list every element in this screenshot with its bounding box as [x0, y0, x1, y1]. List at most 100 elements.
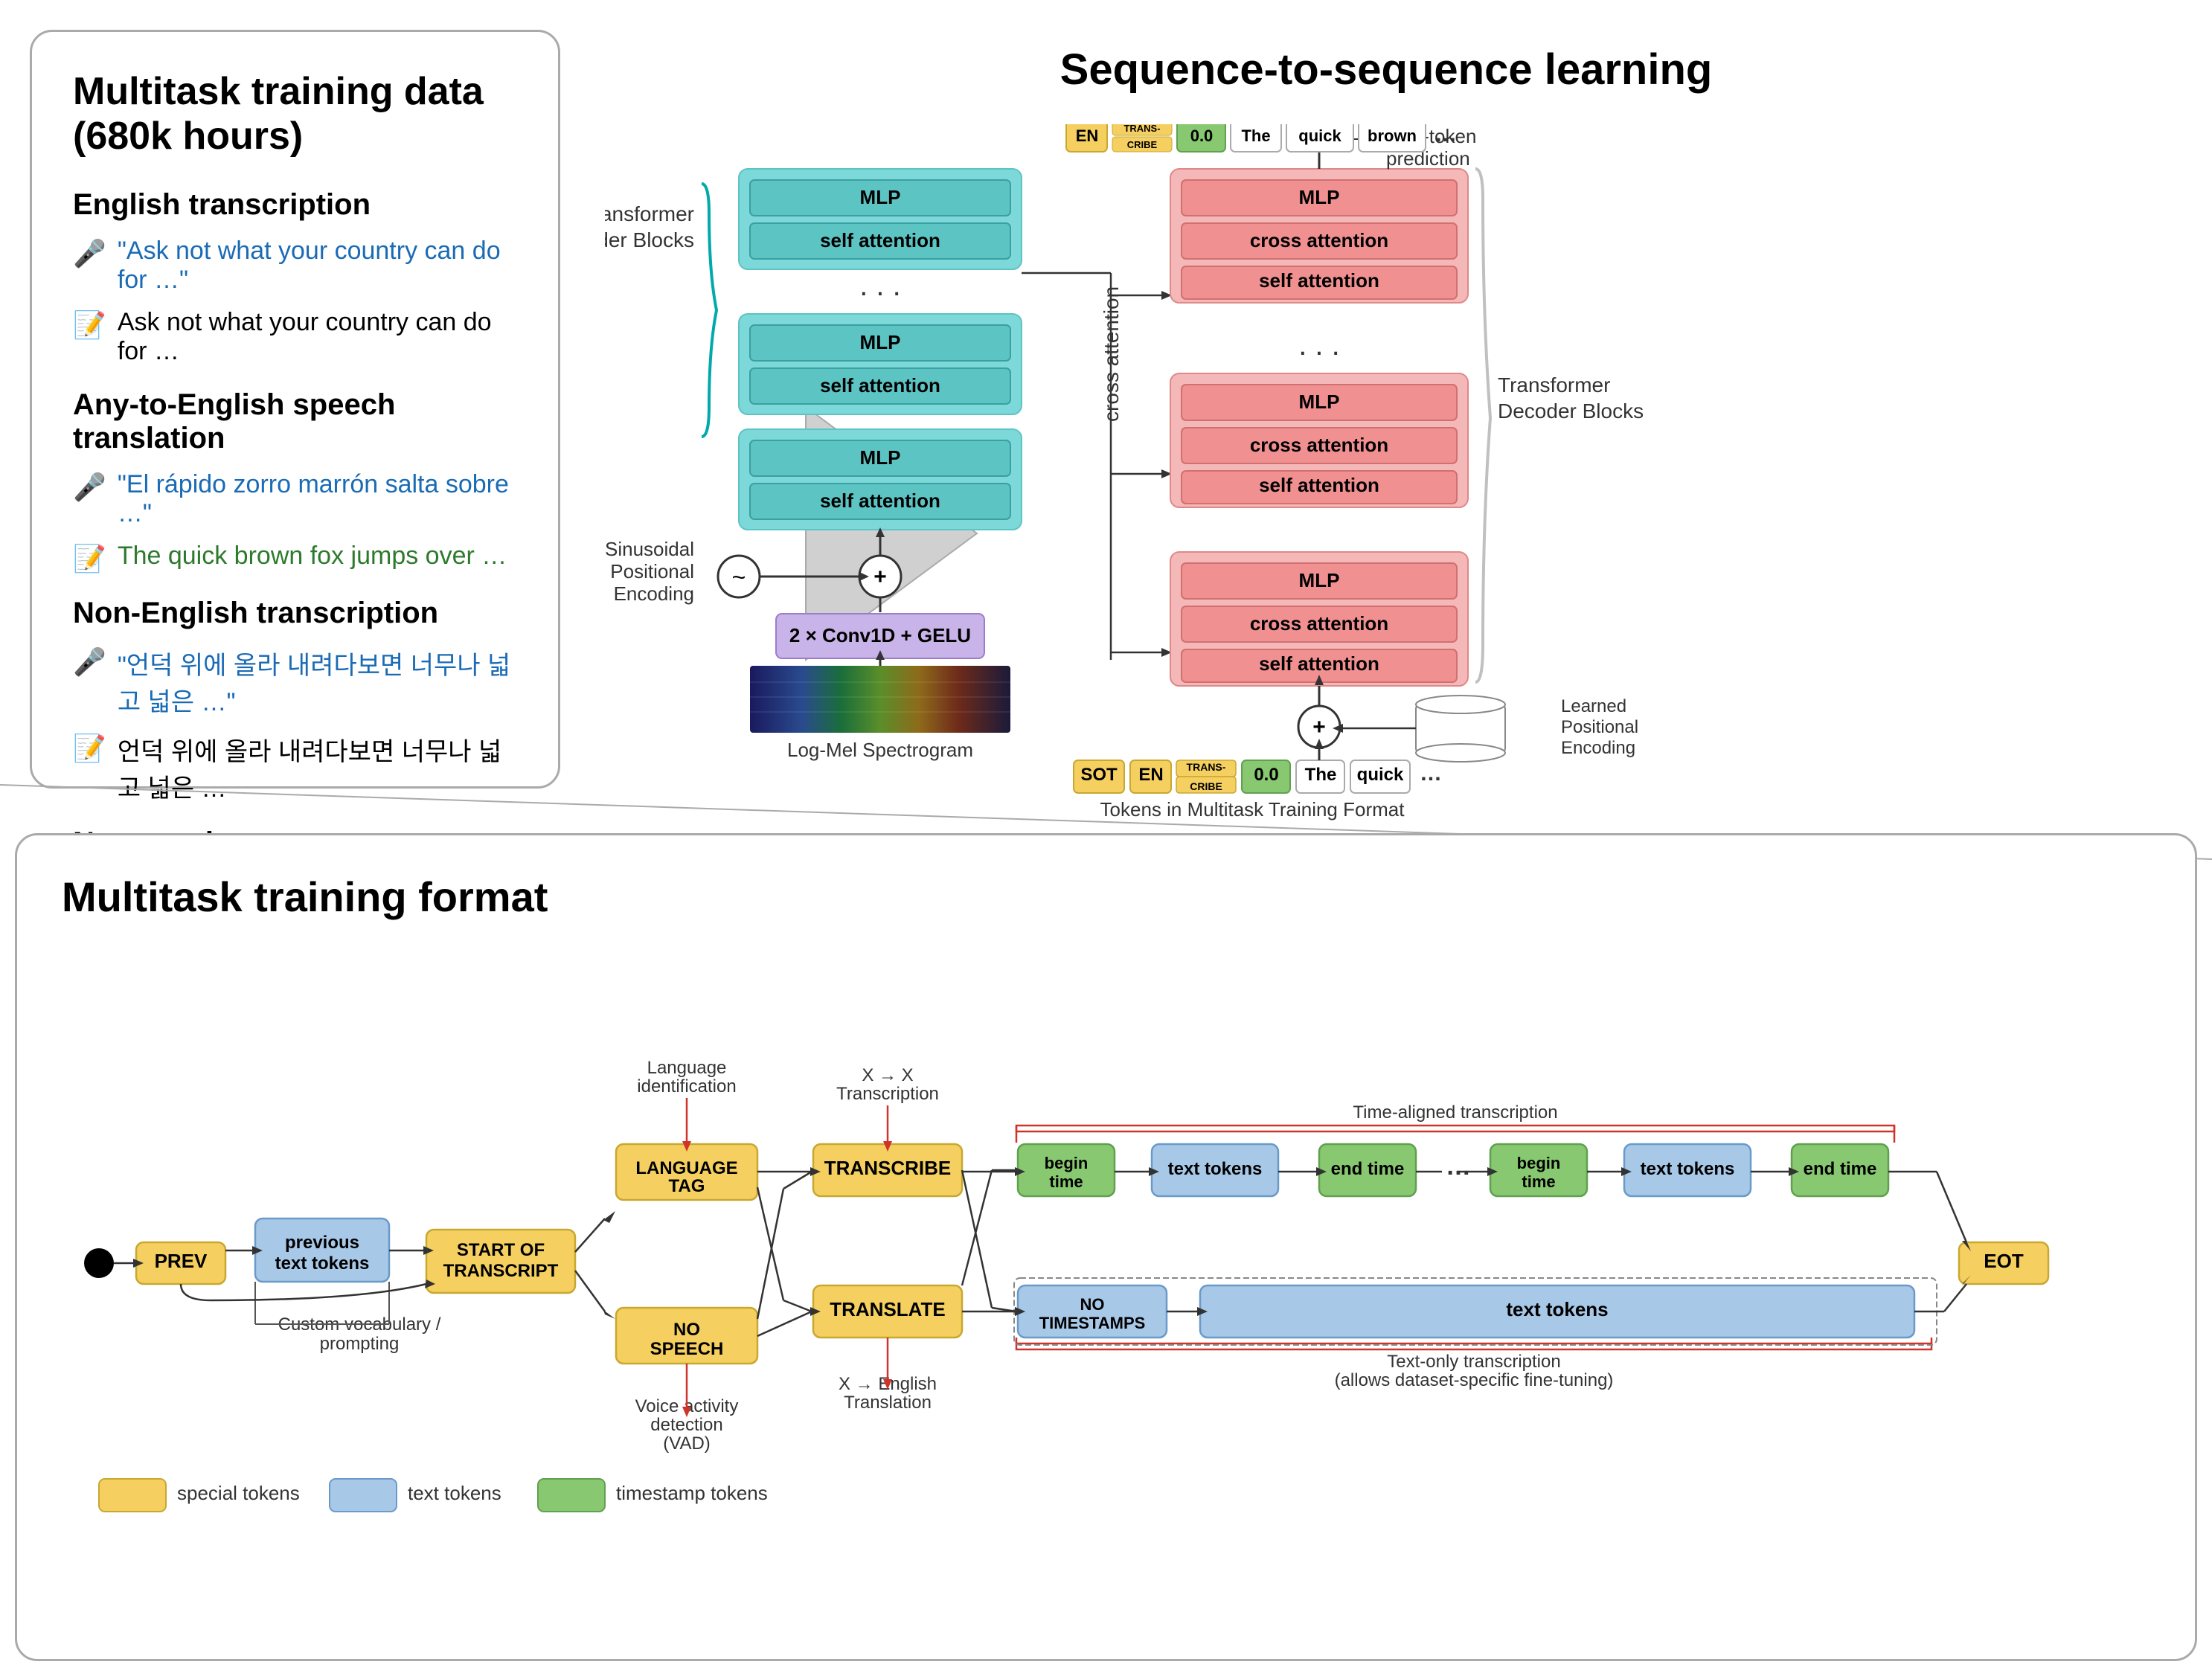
- list-item: 🎤 "Ask not what your country can do for …: [73, 237, 517, 295]
- list-item: 📝 언덕 위에 올라 내려다보면 너무나 넓고 넓은 …: [73, 731, 517, 804]
- svg-text:Tokens in Multitask Training F: Tokens in Multitask Training Format: [1100, 798, 1405, 821]
- svg-text:MLP: MLP: [1299, 569, 1340, 591]
- svg-text:begin: begin: [1517, 1154, 1561, 1172]
- svg-text:(VAD): (VAD): [663, 1433, 711, 1454]
- svg-text:EN: EN: [1076, 126, 1099, 145]
- svg-text:Positional: Positional: [610, 560, 694, 582]
- seq-title: Sequence-to-sequence learning: [605, 45, 2167, 94]
- example-text: "Ask not what your country can do for …": [118, 237, 517, 295]
- svg-text:SPEECH: SPEECH: [650, 1339, 724, 1359]
- svg-text:PREV: PREV: [155, 1250, 208, 1272]
- bottom-title: Multitask training format: [62, 873, 2150, 921]
- svg-text:…: …: [1420, 761, 1442, 786]
- svg-text:CRIBE: CRIBE: [1190, 780, 1222, 792]
- svg-text:SOT: SOT: [1080, 765, 1118, 785]
- svg-text:special tokens: special tokens: [177, 1482, 300, 1504]
- svg-text:Learned: Learned: [1561, 696, 1626, 716]
- svg-text:brown: brown: [1368, 126, 1417, 145]
- pencil-icon: 📝: [73, 309, 106, 341]
- svg-text:time: time: [1522, 1172, 1555, 1191]
- section-english: English transcription: [73, 188, 517, 222]
- mic-icon: 🎤: [73, 472, 106, 503]
- architecture-panel: Sequence-to-sequence learning Transforme…: [590, 30, 2182, 789]
- svg-text:Decoder Blocks: Decoder Blocks: [1498, 399, 1644, 423]
- svg-text:previous: previous: [285, 1233, 359, 1253]
- example-text: The quick brown fox jumps over …: [118, 542, 507, 571]
- example-text: Ask not what your country can do for …: [118, 308, 517, 366]
- svg-text:Translation: Translation: [844, 1393, 932, 1413]
- svg-text:TRANS-: TRANS-: [1187, 761, 1226, 773]
- example-text: "언덕 위에 올라 내려다보면 너무나 넓고 넓은 …": [118, 645, 517, 718]
- svg-text:time: time: [1049, 1172, 1083, 1191]
- svg-text:quick: quick: [1298, 126, 1341, 145]
- svg-text:0.0: 0.0: [1254, 765, 1278, 785]
- section-non-english: Non-English transcription: [73, 597, 517, 630]
- svg-text:text tokens: text tokens: [1168, 1159, 1263, 1179]
- svg-text:cross attention: cross attention: [1250, 229, 1388, 251]
- svg-text:The: The: [1241, 126, 1270, 145]
- svg-text:TIMESTAMPS: TIMESTAMPS: [1039, 1314, 1146, 1332]
- svg-text:timestamp tokens: timestamp tokens: [616, 1482, 768, 1504]
- svg-text:TRANSLATE: TRANSLATE: [830, 1298, 946, 1320]
- svg-text:detection: detection: [650, 1415, 722, 1435]
- svg-text:EOT: EOT: [1984, 1250, 2024, 1272]
- svg-text:self attention: self attention: [820, 374, 940, 396]
- svg-text:Language: Language: [647, 1058, 727, 1078]
- svg-text:text tokens: text tokens: [408, 1482, 501, 1504]
- svg-text:+: +: [873, 565, 887, 589]
- svg-text:Transformer: Transformer: [605, 202, 694, 225]
- svg-text:START OF: START OF: [457, 1240, 545, 1260]
- flow-diagram: PREV previous text tokens START OF TRANS…: [62, 966, 2145, 1546]
- svg-text:self attention: self attention: [820, 229, 940, 251]
- svg-text:TAG: TAG: [669, 1176, 705, 1196]
- svg-text:Text-only transcription: Text-only transcription: [1387, 1352, 1560, 1372]
- svg-text:Time-aligned transcription: Time-aligned transcription: [1353, 1102, 1557, 1123]
- svg-text:. . .: . . .: [859, 269, 901, 302]
- svg-text:TRANSCRIPT: TRANSCRIPT: [443, 1261, 559, 1281]
- svg-text:X → X: X → X: [862, 1065, 913, 1085]
- mic-icon: 🎤: [73, 238, 106, 269]
- svg-text:NO: NO: [1080, 1295, 1105, 1314]
- svg-text:Transcription: Transcription: [836, 1084, 939, 1104]
- svg-text:Log-Mel Spectrogram: Log-Mel Spectrogram: [787, 739, 973, 761]
- section-translation: Any-to-English speech translation: [73, 388, 517, 455]
- svg-text:The: The: [1305, 765, 1337, 785]
- svg-text:CRIBE: CRIBE: [1127, 139, 1158, 150]
- svg-text:2 × Conv1D + GELU: 2 × Conv1D + GELU: [789, 624, 971, 646]
- svg-text:MLP: MLP: [1299, 391, 1340, 413]
- svg-text:. . .: . . .: [1298, 329, 1340, 362]
- example-text: "El rápido zorro marrón salta sobre …": [118, 470, 517, 528]
- svg-text:Encoding: Encoding: [1561, 738, 1635, 758]
- svg-text:text tokens: text tokens: [275, 1253, 370, 1274]
- svg-text:self attention: self attention: [1259, 474, 1379, 496]
- svg-text:cross attention: cross attention: [1250, 612, 1388, 635]
- example-text: 언덕 위에 올라 내려다보면 너무나 넓고 넓은 …: [118, 731, 517, 804]
- training-data-panel: Multitask training data (680k hours) Eng…: [30, 30, 560, 789]
- svg-text:Sinusoidal: Sinusoidal: [605, 538, 694, 560]
- list-item: 📝 The quick brown fox jumps over …: [73, 542, 517, 574]
- svg-text:cross attention: cross attention: [1250, 434, 1388, 456]
- svg-text:end time: end time: [1331, 1159, 1405, 1179]
- mic-icon: 🎤: [73, 646, 106, 678]
- svg-text:Positional: Positional: [1561, 717, 1638, 737]
- svg-text:MLP: MLP: [860, 186, 901, 208]
- training-data-title: Multitask training data (680k hours): [73, 69, 517, 158]
- svg-text:text tokens: text tokens: [1641, 1159, 1735, 1179]
- svg-text:MLP: MLP: [860, 331, 901, 353]
- svg-text:prompting: prompting: [320, 1334, 400, 1354]
- svg-text:LANGUAGE: LANGUAGE: [635, 1158, 737, 1178]
- svg-text:self attention: self attention: [1259, 652, 1379, 675]
- svg-text:~: ~: [732, 564, 746, 591]
- multitask-format-panel: Multitask training format PREV previous …: [15, 833, 2197, 1661]
- svg-text:self attention: self attention: [1259, 269, 1379, 292]
- svg-text:identification: identification: [637, 1076, 736, 1097]
- pencil-icon: 📝: [73, 733, 106, 764]
- pencil-icon: 📝: [73, 543, 106, 574]
- svg-text:NO: NO: [673, 1320, 700, 1340]
- svg-text:…: …: [1434, 124, 1457, 147]
- svg-text:text tokens: text tokens: [1506, 1298, 1608, 1320]
- svg-text:+: +: [1312, 715, 1326, 739]
- svg-text:MLP: MLP: [860, 446, 901, 469]
- svg-text:TRANSCRIBE: TRANSCRIBE: [824, 1157, 951, 1179]
- svg-text:Encoder Blocks: Encoder Blocks: [605, 228, 694, 251]
